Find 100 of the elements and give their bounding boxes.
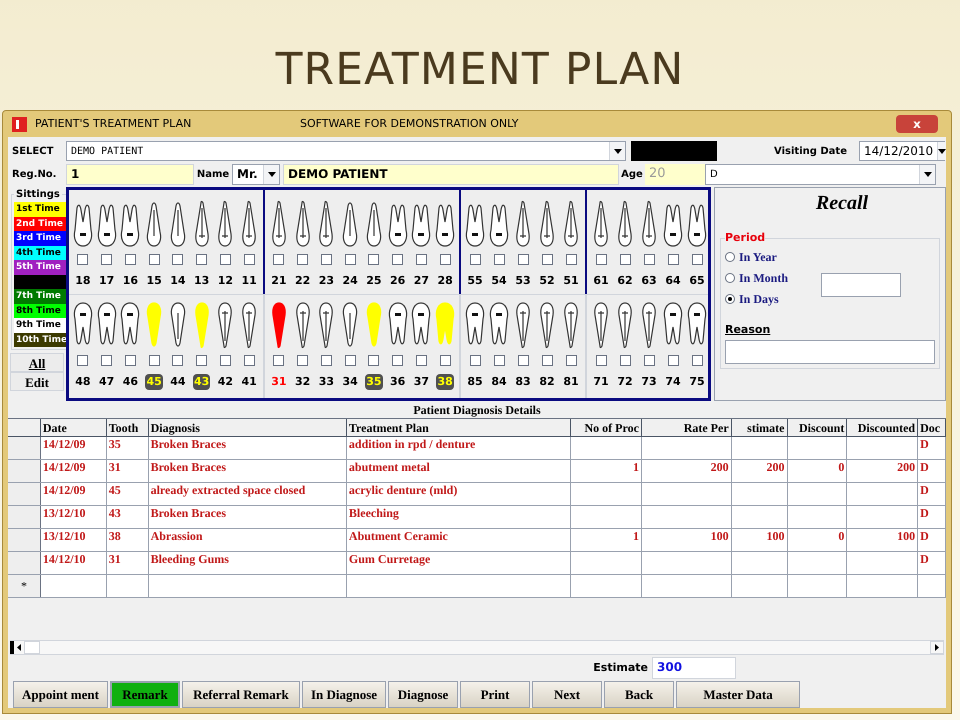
tooth-checkbox[interactable] <box>344 254 356 265</box>
tooth-checkbox[interactable] <box>692 354 702 366</box>
radio-button[interactable] <box>725 273 735 283</box>
tooth-checkbox[interactable] <box>596 354 606 366</box>
action-button[interactable]: Next <box>532 681 602 708</box>
tooth-checkbox[interactable] <box>440 354 451 366</box>
tooth-checkbox[interactable] <box>320 254 332 265</box>
tooth-checkbox[interactable] <box>494 254 504 265</box>
tooth-checkbox[interactable] <box>668 254 678 265</box>
reg-no-field[interactable]: 1 <box>66 164 194 184</box>
tooth-checkbox[interactable] <box>244 354 255 366</box>
tooth-checkbox[interactable] <box>148 354 160 366</box>
scroll-right-icon[interactable] <box>930 641 944 654</box>
tooth-checkbox[interactable] <box>392 354 404 366</box>
sitting-swatch[interactable] <box>14 274 68 289</box>
tooth-checkbox[interactable] <box>470 254 480 265</box>
tooth-checkbox[interactable] <box>392 254 404 265</box>
sitting-swatch[interactable]: 7th Time <box>14 289 68 304</box>
tooth-checkbox[interactable] <box>220 254 231 265</box>
row-header[interactable] <box>8 552 41 574</box>
tooth-checkbox[interactable] <box>344 354 356 366</box>
tooth-checkbox[interactable] <box>320 354 332 366</box>
tooth-checkbox[interactable] <box>620 354 630 366</box>
tooth-checkbox[interactable] <box>692 254 702 265</box>
column-header[interactable]: Doc <box>918 419 946 436</box>
tooth-checkbox[interactable] <box>172 354 184 366</box>
tooth-checkbox[interactable] <box>273 354 284 366</box>
action-button[interactable]: Diagnose <box>388 681 458 708</box>
row-header[interactable] <box>8 460 41 482</box>
action-button[interactable]: Back <box>604 681 674 708</box>
patient-select[interactable]: DEMO PATIENT <box>66 141 626 161</box>
row-header[interactable] <box>8 437 41 459</box>
estimate-field[interactable]: 300 <box>652 657 736 679</box>
tooth-checkbox[interactable] <box>124 254 136 265</box>
horizontal-scrollbar[interactable] <box>10 640 944 655</box>
tooth-checkbox[interactable] <box>101 254 112 265</box>
tooth-checkbox[interactable] <box>273 254 284 265</box>
tooth-checkbox[interactable] <box>297 254 308 265</box>
tooth-checkbox[interactable] <box>470 354 480 366</box>
close-button[interactable]: x <box>896 115 938 133</box>
tooth-checkbox[interactable] <box>220 354 231 366</box>
tooth-checkbox[interactable] <box>494 354 504 366</box>
tooth-checkbox[interactable] <box>368 354 380 366</box>
tooth-checkbox[interactable] <box>148 254 160 265</box>
column-header[interactable]: Date <box>40 419 107 436</box>
tooth-checkbox[interactable] <box>542 254 552 265</box>
tooth-checkbox[interactable] <box>101 354 112 366</box>
action-button[interactable]: Referral Remark <box>182 681 300 708</box>
tooth-checkbox[interactable] <box>668 354 678 366</box>
tooth-checkbox[interactable] <box>368 254 380 265</box>
tooth-checkbox[interactable] <box>124 354 136 366</box>
tooth-checkbox[interactable] <box>518 354 528 366</box>
action-button[interactable]: In Diagnose <box>302 681 386 708</box>
row-header[interactable] <box>8 483 41 505</box>
tooth-checkbox[interactable] <box>297 354 308 366</box>
radio-button[interactable] <box>725 252 735 262</box>
all-button[interactable]: All <box>10 353 64 372</box>
action-button[interactable]: Print <box>460 681 530 708</box>
column-header[interactable]: stimate <box>732 419 788 436</box>
tooth-checkbox[interactable] <box>542 354 552 366</box>
tooth-checkbox[interactable] <box>244 254 255 265</box>
doctor-select[interactable]: D <box>705 164 936 184</box>
column-header[interactable]: Treatment Plan <box>346 419 572 436</box>
tooth-checkbox[interactable] <box>440 254 451 265</box>
column-header[interactable]: Discount <box>788 419 848 436</box>
tooth-checkbox[interactable] <box>644 354 654 366</box>
visiting-date-field[interactable]: 14/12/2010 <box>859 141 945 161</box>
tooth-checkbox[interactable] <box>77 354 88 366</box>
action-button[interactable]: Appoint ment <box>13 681 108 708</box>
tooth-checkbox[interactable] <box>620 254 630 265</box>
recall-value-field[interactable] <box>821 272 901 296</box>
scroll-thumb[interactable] <box>24 641 40 654</box>
action-button[interactable]: Remark <box>110 681 180 708</box>
sitting-swatch[interactable]: 2nd Time <box>14 216 68 231</box>
column-header[interactable]: Diagnosis <box>148 419 347 436</box>
sitting-swatch[interactable]: 10th Time <box>14 332 68 347</box>
tooth-checkbox[interactable] <box>596 254 606 265</box>
sitting-swatch[interactable]: 3rd Time <box>14 231 68 246</box>
column-header[interactable]: Tooth <box>106 419 149 436</box>
tooth-checkbox[interactable] <box>172 254 184 265</box>
row-header[interactable] <box>8 506 41 528</box>
tooth-checkbox[interactable] <box>196 354 208 366</box>
tooth-checkbox[interactable] <box>416 354 427 366</box>
tooth-checkbox[interactable] <box>518 254 528 265</box>
tooth-checkbox[interactable] <box>196 254 208 265</box>
column-header[interactable]: No of Proc <box>571 419 642 436</box>
radio-button[interactable] <box>725 294 735 304</box>
sitting-swatch[interactable]: 1st Time <box>14 202 68 216</box>
tooth-checkbox[interactable] <box>644 254 654 265</box>
column-header[interactable]: Rate Per <box>642 419 732 436</box>
tooth-checkbox[interactable] <box>77 254 88 265</box>
action-button[interactable]: Master Data <box>676 681 800 708</box>
name-field[interactable]: DEMO PATIENT <box>283 164 619 184</box>
edit-button[interactable]: Edit <box>10 372 64 391</box>
sitting-swatch[interactable]: 9th Time <box>14 318 68 332</box>
row-header[interactable] <box>8 529 41 551</box>
sitting-swatch[interactable]: 5th Time <box>14 260 68 274</box>
sitting-swatch[interactable]: 4th Time <box>14 246 68 260</box>
column-header[interactable]: Discounted <box>847 419 918 436</box>
tooth-checkbox[interactable] <box>566 254 576 265</box>
